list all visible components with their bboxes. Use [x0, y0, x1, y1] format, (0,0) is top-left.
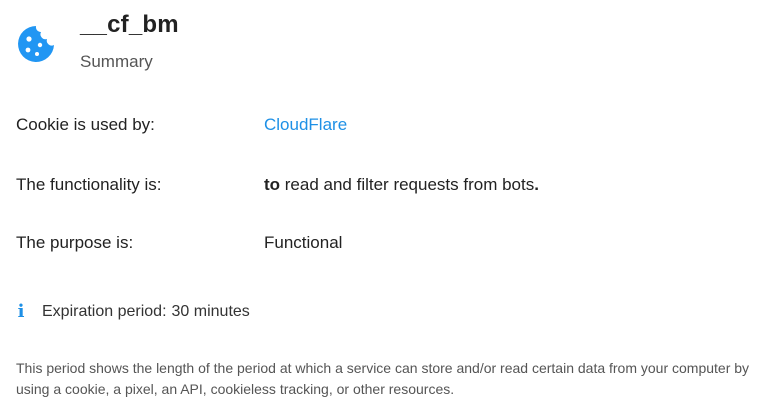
expiration-text: Expiration period: 30 minutes	[42, 302, 250, 322]
functionality-suffix: .	[534, 175, 539, 194]
cookie-header: __cf_bm Summary	[16, 12, 179, 76]
cookie-name: __cf_bm	[80, 11, 179, 38]
functionality-label: The functionality is:	[16, 175, 162, 194]
title-block: __cf_bm Summary	[80, 12, 179, 72]
functionality-row: The functionality is: to read and filter…	[16, 175, 756, 195]
functionality-value: to read and filter requests from bots.	[264, 175, 756, 195]
info-icon: i	[17, 301, 25, 322]
cookie-icon	[18, 26, 54, 62]
expiration-label: Expiration period:	[42, 303, 167, 320]
used-by-label: Cookie is used by:	[16, 115, 155, 134]
purpose-label: The purpose is:	[16, 233, 134, 252]
purpose-row: The purpose is: Functional	[16, 233, 756, 253]
expiration-value: 30 minutes	[171, 303, 250, 320]
functionality-text: read and filter requests from bots	[280, 175, 535, 194]
purpose-value: Functional	[264, 233, 343, 252]
functionality-prefix: to	[264, 175, 281, 194]
expiration-row: i Expiration period: 30 minutes	[16, 302, 250, 322]
expiration-description: This period shows the length of the peri…	[16, 360, 750, 397]
summary-label: Summary	[80, 52, 153, 71]
used-by-link[interactable]: CloudFlare	[264, 115, 756, 135]
cookie-details-panel: __cf_bm Summary Cookie is used by: Cloud…	[0, 0, 771, 398]
used-by-row: Cookie is used by: CloudFlare	[16, 115, 756, 135]
